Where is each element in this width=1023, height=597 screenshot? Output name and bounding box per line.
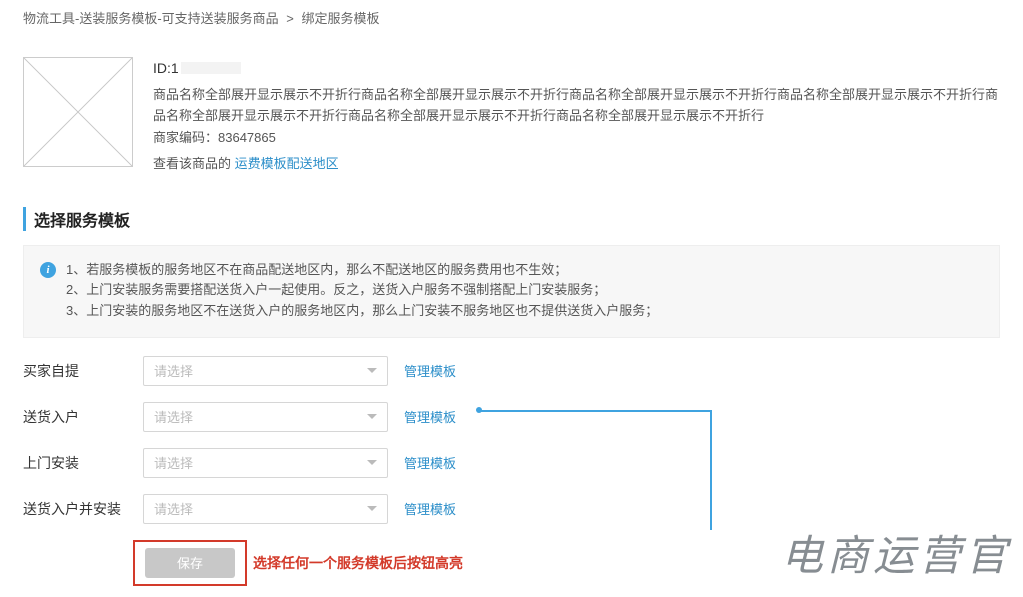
info-box: i 1、若服务模板的服务地区不在商品配送地区内，那么不配送地区的服务费用也不生效…: [23, 245, 1000, 337]
label-delivery-install: 送货入户并安装: [23, 499, 143, 519]
manage-template-link[interactable]: 管理模板: [404, 361, 456, 380]
form-row-save: 保存 选择任何一个服务模板后按钮高亮: [23, 540, 1000, 586]
select-pickup[interactable]: 请选择: [143, 356, 388, 386]
product-name: 商品名称全部展开显示展示不开折行商品名称全部展开显示展示不开折行商品名称全部展开…: [153, 85, 1000, 125]
chevron-down-icon: [367, 460, 377, 465]
select-placeholder: 请选择: [154, 361, 193, 380]
product-id: ID:1: [153, 57, 1000, 79]
info-line-2: 2、上门安装服务需要搭配送货入户一起使用。反之，送货入户服务不强制搭配上门安装服…: [66, 280, 658, 300]
manage-template-link[interactable]: 管理模板: [404, 407, 456, 426]
product-id-text: ID:1: [153, 57, 179, 79]
product-link-prefix: 查看该商品的: [153, 156, 231, 171]
product-code: 商家编码：83647865: [153, 128, 1000, 149]
select-delivery-install[interactable]: 请选择: [143, 494, 388, 524]
form-row-pickup: 买家自提 请选择 管理模板: [23, 356, 1000, 386]
info-lines: 1、若服务模板的服务地区不在商品配送地区内，那么不配送地区的服务费用也不生效； …: [66, 260, 658, 320]
product-block: ID:1 商品名称全部展开显示展示不开折行商品名称全部展开显示展示不开折行商品名…: [0, 37, 1023, 185]
select-placeholder: 请选择: [154, 407, 193, 426]
callout-dot: [476, 407, 482, 413]
label-install: 上门安装: [23, 453, 143, 473]
shipping-template-region-link[interactable]: 运费模板配送地区: [235, 156, 339, 171]
product-link-row: 查看该商品的 运费模板配送地区: [153, 154, 1000, 175]
label-delivery: 送货入户: [23, 407, 143, 427]
product-id-mask: [181, 62, 241, 74]
select-delivery[interactable]: 请选择: [143, 402, 388, 432]
callout-line-h: [479, 410, 711, 412]
info-line-1: 1、若服务模板的服务地区不在商品配送地区内，那么不配送地区的服务费用也不生效；: [66, 260, 658, 280]
save-hint: 选择任何一个服务模板后按钮高亮: [253, 553, 463, 573]
breadcrumb-part2: 绑定服务模板: [302, 11, 380, 26]
breadcrumb-separator: >: [286, 11, 294, 26]
breadcrumb: 物流工具-送装服务模板-可支持送装服务商品 > 绑定服务模板: [0, 0, 1023, 37]
form-row-delivery: 送货入户 请选择 管理模板: [23, 402, 1000, 432]
chevron-down-icon: [367, 506, 377, 511]
label-pickup: 买家自提: [23, 361, 143, 381]
chevron-down-icon: [367, 368, 377, 373]
save-button[interactable]: 保存: [145, 548, 235, 578]
form-row-delivery-install: 送货入户并安装 请选择 管理模板: [23, 494, 1000, 524]
info-line-3: 3、上门安装的服务地区不在送货入户的服务地区内，那么上门安装不服务地区也不提供送…: [66, 301, 658, 321]
select-install[interactable]: 请选择: [143, 448, 388, 478]
product-info: ID:1 商品名称全部展开显示展示不开折行商品名称全部展开显示展示不开折行商品名…: [153, 57, 1000, 175]
chevron-down-icon: [367, 414, 377, 419]
form-row-install: 上门安装 请选择 管理模板: [23, 448, 1000, 478]
select-placeholder: 请选择: [154, 499, 193, 518]
form-area: 买家自提 请选择 管理模板 送货入户 请选择 管理模板 上门安装 请选择 管理模…: [0, 356, 1023, 586]
manage-template-link[interactable]: 管理模板: [404, 453, 456, 472]
save-highlight-box: 保存: [133, 540, 247, 586]
section-title: 选择服务模板: [23, 207, 1000, 231]
manage-template-link[interactable]: 管理模板: [404, 499, 456, 518]
breadcrumb-part1[interactable]: 物流工具-送装服务模板-可支持送装服务商品: [23, 11, 279, 26]
select-placeholder: 请选择: [154, 453, 193, 472]
info-icon: i: [40, 262, 56, 278]
product-image-placeholder: [23, 57, 133, 167]
